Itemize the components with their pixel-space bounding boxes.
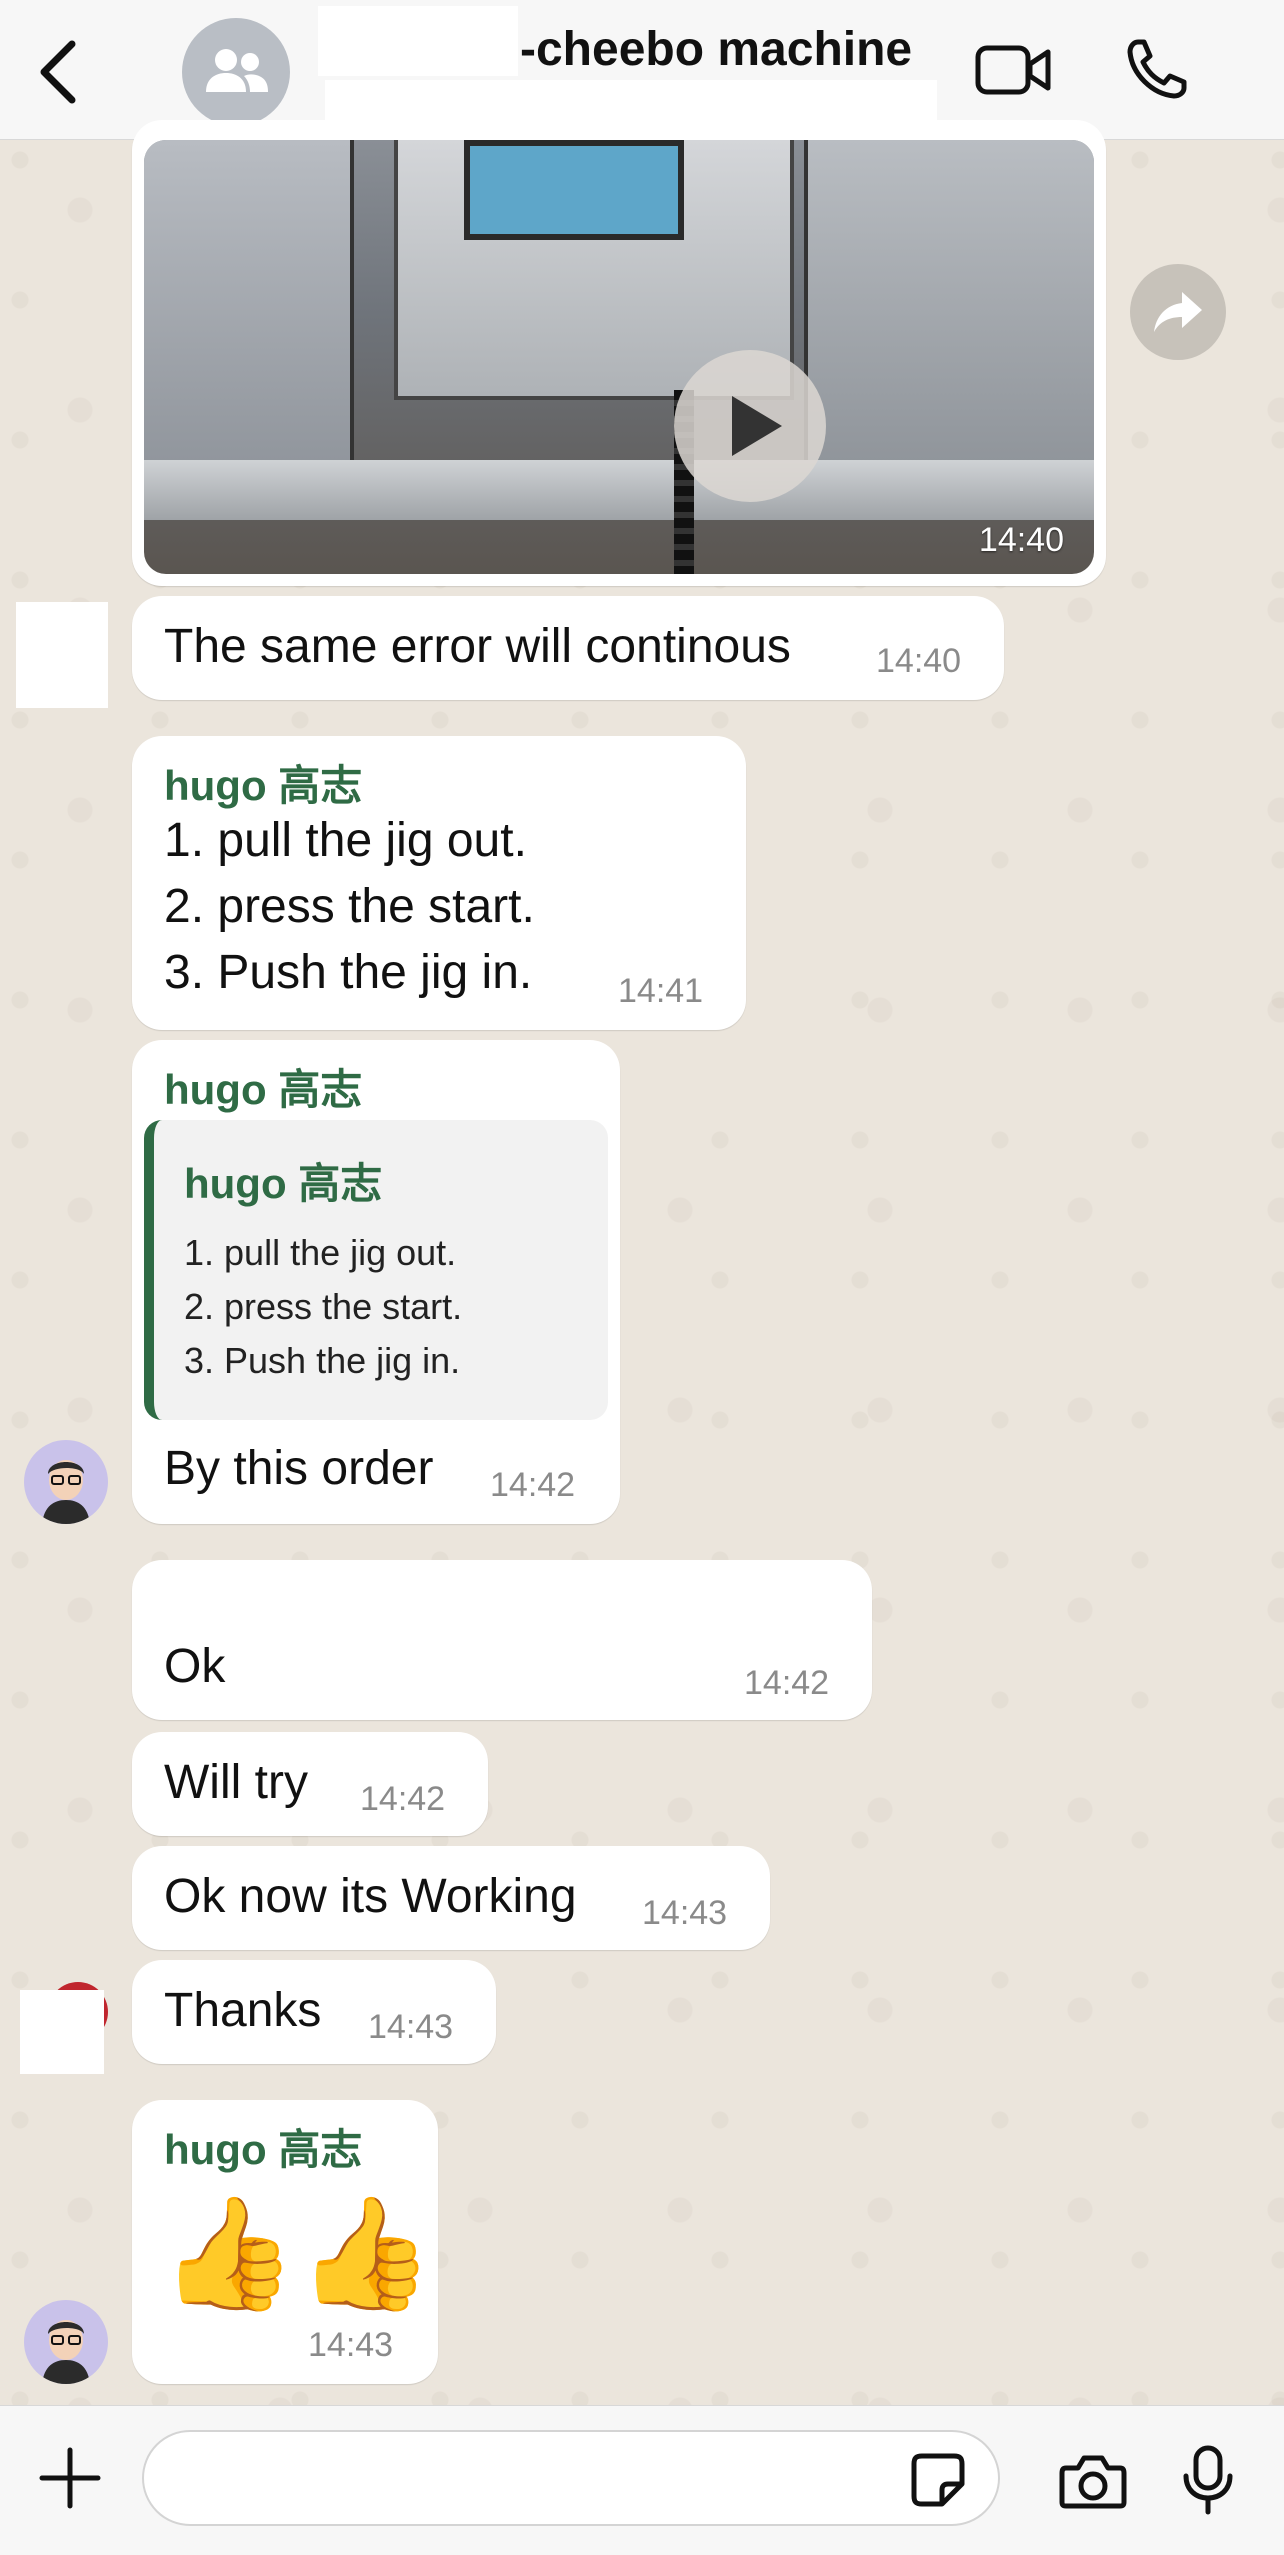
message-bubble[interactable]: hugo 高志 hugo 高志 1. pull the jig out. 2. …: [132, 1040, 620, 1524]
video-scene-screen: [464, 140, 684, 240]
message-bubble[interactable]: hugo 高志 👍👍 14:43: [132, 2100, 438, 2384]
message-line: 3. Push the jig in.: [164, 946, 533, 999]
message-text: Thanks: [164, 1984, 322, 2037]
chat-title[interactable]: -cheebo machine: [520, 22, 912, 77]
sender-name[interactable]: hugo 高志: [164, 2116, 362, 2177]
play-icon: [732, 396, 782, 456]
video-scene-machine: [804, 140, 1094, 470]
message-time: 14:43: [368, 2008, 454, 2046]
forward-icon: [1154, 292, 1202, 332]
message-text: Will try: [164, 1756, 308, 1809]
redacted-avatar: [20, 1990, 104, 2074]
message-line: 1. pull the jig out.: [164, 814, 527, 867]
video-message[interactable]: 14:40: [132, 120, 1106, 586]
chat-header: -cheebo machine: [0, 0, 1284, 140]
message-input-bar: [0, 2405, 1284, 2555]
message-time: 14:40: [876, 642, 962, 680]
sticker-icon[interactable]: [908, 2450, 968, 2515]
forward-button[interactable]: [1130, 264, 1226, 360]
play-button[interactable]: [674, 350, 826, 502]
plus-icon[interactable]: [38, 2446, 102, 2515]
message-bubble[interactable]: hugo 高志 1. pull the jig out. 2. press th…: [132, 736, 746, 1030]
avatar[interactable]: [24, 2300, 108, 2384]
video-camera-icon[interactable]: [974, 40, 1054, 105]
redacted-subtitle: [325, 80, 937, 122]
message-text: The same error will continous: [164, 620, 791, 673]
sender-name[interactable]: hugo 高志: [164, 1056, 362, 1117]
sender-name[interactable]: hugo 高志: [164, 752, 362, 813]
video-thumbnail[interactable]: 14:40: [144, 140, 1094, 574]
avatar[interactable]: [16, 602, 108, 708]
message-time: 14:43: [308, 2326, 394, 2364]
message-time: 14:43: [642, 1894, 728, 1932]
message-text: Ok: [164, 1640, 226, 1693]
quoted-line: 1. pull the jig out.: [184, 1232, 457, 1273]
quoted-message[interactable]: hugo 高志 1. pull the jig out. 2. press th…: [144, 1120, 608, 1420]
video-scene-rail: [144, 460, 1094, 520]
message-input[interactable]: [142, 2430, 1000, 2526]
camera-icon[interactable]: [1058, 2452, 1128, 2517]
avatar[interactable]: [24, 1440, 108, 1524]
redacted-title-part: [318, 6, 518, 76]
message-time: 14:42: [744, 1664, 830, 1702]
group-avatar[interactable]: [182, 18, 290, 126]
thumbs-up-emoji: 👍👍: [160, 2192, 434, 2315]
message-bubble[interactable]: Ok now its Working 14:43: [132, 1846, 770, 1950]
message-text: By this order: [164, 1442, 434, 1495]
message-time: 14:42: [360, 1780, 446, 1818]
message-bubble[interactable]: Ok 14:42: [132, 1560, 872, 1720]
message-time: 14:42: [490, 1466, 576, 1504]
chevron-left-icon[interactable]: [30, 36, 90, 106]
quoted-sender-name: hugo 高志: [184, 1160, 383, 1207]
phone-icon[interactable]: [1124, 36, 1190, 107]
video-scene-machine: [144, 140, 354, 470]
message-bubble[interactable]: Thanks 14:43: [132, 1960, 496, 2064]
message-bubble[interactable]: Will try 14:42: [132, 1732, 488, 1836]
group-icon: [206, 49, 268, 92]
message-line: 2. press the start.: [164, 880, 535, 933]
message-text: Ok now its Working: [164, 1870, 577, 1923]
message-time: 14:40: [978, 521, 1064, 559]
message-bubble[interactable]: The same error will continous 14:40: [132, 596, 1004, 700]
quoted-line: 2. press the start.: [184, 1286, 463, 1327]
microphone-icon[interactable]: [1182, 2444, 1234, 2521]
quoted-line: 3. Push the jig in.: [184, 1340, 461, 1381]
message-time: 14:41: [618, 972, 704, 1010]
